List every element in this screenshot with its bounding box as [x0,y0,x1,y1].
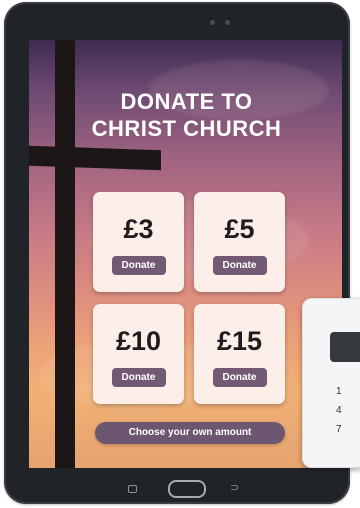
keypad-key: 7 [336,424,342,435]
choose-own-amount-button[interactable]: Choose your own amount [95,422,285,444]
cross-horizontal-beam [29,145,161,171]
title-line-1: DONATE TO [120,89,253,114]
card-reader-display [330,332,360,362]
donate-button[interactable]: Donate [111,368,166,387]
donation-amount: £3 [123,214,154,244]
camera-dots [210,20,230,25]
keypad-key: 1 [336,386,342,397]
donation-amount: £5 [224,214,255,244]
kiosk-screen: DONATE TO CHRIST CHURCH £3 Donate £5 Don… [29,40,342,468]
back-icon[interactable]: ⊃ [230,481,239,494]
donation-card-5[interactable]: £5 Donate [194,192,285,292]
android-nav-bar: ⊃ [4,472,350,502]
donation-card-3[interactable]: £3 Donate [93,192,184,292]
donate-button[interactable]: Donate [111,256,166,275]
donation-amount: £10 [115,326,162,356]
donation-card-15[interactable]: £15 Donate [194,304,285,404]
donate-button[interactable]: Donate [212,256,267,275]
tablet-device: DONATE TO CHRIST CHURCH £3 Donate £5 Don… [4,2,350,504]
keypad-key: 4 [336,405,342,416]
page-title: DONATE TO CHRIST CHURCH [54,88,319,142]
card-reader-keypad: 1 4 7 [336,382,342,439]
card-reader-device: 1 4 7 [302,298,360,468]
donation-card-10[interactable]: £10 Donate [93,304,184,404]
donate-button[interactable]: Donate [212,368,267,387]
donation-amount: £15 [216,326,263,356]
recent-apps-icon[interactable] [128,485,137,493]
title-line-2: CHRIST CHURCH [91,116,282,141]
home-icon[interactable] [168,480,206,498]
